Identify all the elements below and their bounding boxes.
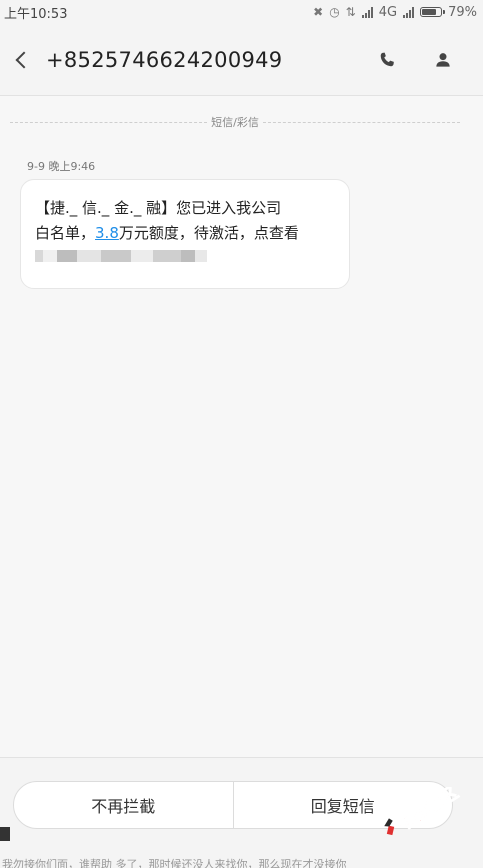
redacted-link bbox=[35, 250, 335, 262]
message-line-1: 【捷._ 信._ 金._ 融】您已进入我公司 bbox=[35, 199, 282, 217]
message-bubble[interactable]: 【捷._ 信._ 金._ 融】您已进入我公司 白名单，3.8万元额度，待激活，点… bbox=[20, 179, 350, 289]
redacted-block bbox=[195, 250, 207, 262]
contact-number: +8525746624200949 bbox=[46, 47, 283, 72]
redacted-block bbox=[35, 250, 43, 262]
status-bar: 上午10:53 ✖ ◷ ⇅ 4G 79% bbox=[0, 0, 483, 24]
redacted-block bbox=[101, 250, 131, 262]
redacted-block bbox=[43, 250, 57, 262]
message-type-label: 短信/彩信 bbox=[211, 116, 259, 129]
data-arrows-icon: ⇅ bbox=[345, 5, 356, 19]
cutoff-caption: 我勿接你们面，谁帮助 多了，那时候还没人来找你，那么现在才没接你 bbox=[2, 858, 347, 868]
battery-percent: 79% bbox=[448, 4, 477, 20]
contact-icon[interactable] bbox=[433, 50, 453, 70]
message-line-2: 白名单，3.8万元额度，待激活，点查看 bbox=[35, 221, 335, 246]
redacted-block bbox=[131, 250, 153, 262]
sms-conversation-screen: 上午10:53 ✖ ◷ ⇅ 4G 79% +8525746624200949 短… bbox=[0, 0, 483, 868]
battery-icon bbox=[420, 7, 446, 17]
message-text-before: 白名单， bbox=[35, 224, 96, 242]
divider-line-right bbox=[262, 121, 460, 123]
network-type: 4G bbox=[378, 4, 398, 20]
kanong-watermark-logo: 卡农社区 bbox=[384, 787, 463, 836]
dark-marker bbox=[0, 827, 10, 841]
battery-fill bbox=[422, 9, 437, 15]
status-time: 上午10:53 bbox=[4, 6, 68, 22]
watermark-text: 卡农社区 bbox=[393, 787, 462, 836]
amount-link[interactable]: 3.8 bbox=[95, 224, 119, 242]
alarm-icon: ◷ bbox=[329, 5, 340, 19]
status-icons: ✖ ◷ ⇅ 4G 79% bbox=[313, 5, 477, 20]
signal-icon-2 bbox=[403, 6, 415, 18]
header-actions bbox=[377, 50, 453, 70]
phone-icon[interactable] bbox=[377, 50, 397, 70]
redacted-block bbox=[57, 250, 77, 262]
conversation-header: +8525746624200949 bbox=[0, 24, 483, 96]
message-type-divider: 短信/彩信 bbox=[10, 114, 460, 130]
back-icon[interactable] bbox=[12, 50, 32, 70]
redacted-block bbox=[153, 250, 181, 262]
redacted-block bbox=[77, 250, 101, 262]
mute-icon: ✖ bbox=[313, 5, 324, 19]
divider-line-left bbox=[10, 121, 208, 123]
redacted-block bbox=[181, 250, 195, 262]
message-timestamp: 9-9 晚上9:46 bbox=[27, 160, 96, 173]
unblock-button[interactable]: 不再拦截 bbox=[14, 782, 233, 828]
message-text-after: 万元额度，待激活，点查看 bbox=[118, 224, 299, 242]
signal-icon bbox=[361, 6, 373, 18]
